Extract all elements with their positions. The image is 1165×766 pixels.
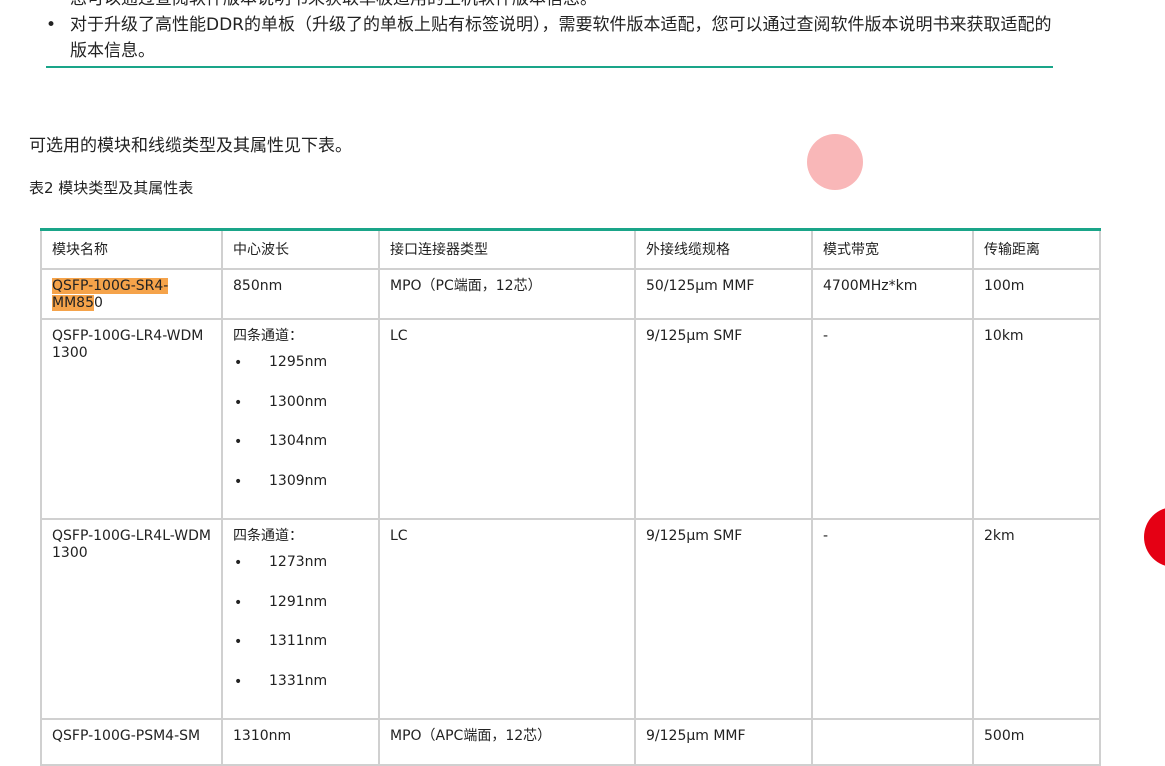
note-item: 对于升级了高性能DDR的单板（升级了的单板上贴有标签说明），需要软件版本适配，您…: [46, 12, 1053, 64]
module-spec-table: 模块名称 中心波长 接口连接器类型 外接线缆规格 模式带宽 传输距离 QSFP-…: [40, 228, 1101, 766]
wavelength-title: 四条通道：: [233, 528, 303, 544]
header-distance: 传输距离: [972, 228, 1101, 270]
list-item: 1295nm: [233, 354, 368, 394]
red-dot-decoration: [1144, 507, 1165, 567]
cell-distance: 500m: [972, 718, 1101, 766]
search-highlight: QSFP-100G-SR4-MM85: [52, 278, 169, 311]
cell-wavelength: 四条通道： 1295nm 1300nm 1304nm 1309nm: [221, 318, 380, 520]
cell-module-name: QSFP-100G-PSM4-SM: [40, 718, 223, 766]
cell-module-name: QSFP-100G-LR4L-WDM1300: [40, 518, 223, 720]
cell-bandwidth: 4700MHz*km: [811, 268, 974, 320]
header-connector: 接口连接器类型: [378, 228, 636, 270]
header-wavelength: 中心波长: [221, 228, 380, 270]
list-item: 1309nm: [233, 473, 368, 513]
table-row: QSFP-100G-SR4-MM850 850nm MPO（PC端面，12芯） …: [40, 268, 1101, 320]
cell-cable: 9/125µm MMF: [634, 718, 813, 766]
note-item: 您可以通过查阅软件版本说明书来获取单板适用的主机软件版本信息。: [46, 0, 1053, 12]
cell-bandwidth: [811, 718, 974, 766]
cell-module-name: QSFP-100G-SR4-MM850: [40, 268, 223, 320]
list-item: 1291nm: [233, 594, 368, 634]
wavelength-list: 1273nm 1291nm 1311nm 1331nm: [233, 554, 368, 712]
table-header-row: 模块名称 中心波长 接口连接器类型 外接线缆规格 模式带宽 传输距离: [40, 228, 1101, 270]
cell-distance: 10km: [972, 318, 1101, 520]
cell-connector: LC: [378, 318, 636, 520]
header-cable: 外接线缆规格: [634, 228, 813, 270]
module-name-rest: 0: [93, 295, 103, 311]
cell-connector: MPO（APC端面，12芯）: [378, 718, 636, 766]
table-row: QSFP-100G-PSM4-SM 1310nm MPO（APC端面，12芯） …: [40, 718, 1101, 766]
list-item: 1304nm: [233, 433, 368, 473]
list-item: 1311nm: [233, 633, 368, 673]
cell-wavelength: 850nm: [221, 268, 380, 320]
cell-distance: 100m: [972, 268, 1101, 320]
table-row: QSFP-100G-LR4-WDM1300 四条通道： 1295nm 1300n…: [40, 318, 1101, 520]
cell-distance: 2km: [972, 518, 1101, 720]
intro-text: 可选用的模块和线缆类型及其属性见下表。: [29, 136, 352, 156]
table-row: QSFP-100G-LR4L-WDM1300 四条通道： 1273nm 1291…: [40, 518, 1101, 720]
list-item: 1273nm: [233, 554, 368, 594]
cell-bandwidth: -: [811, 318, 974, 520]
cell-cable: 9/125µm SMF: [634, 318, 813, 520]
cell-wavelength: 四条通道： 1273nm 1291nm 1311nm 1331nm: [221, 518, 380, 720]
cell-connector: LC: [378, 518, 636, 720]
list-item: 1300nm: [233, 394, 368, 434]
table-caption: 表2 模块类型及其属性表: [29, 179, 194, 197]
wavelength-list: 1295nm 1300nm 1304nm 1309nm: [233, 354, 368, 512]
wavelength-title: 四条通道：: [233, 328, 303, 344]
cell-module-name: QSFP-100G-LR4-WDM1300: [40, 318, 223, 520]
cell-connector: MPO（PC端面，12芯）: [378, 268, 636, 320]
cell-bandwidth: -: [811, 518, 974, 720]
pink-dot-decoration: [807, 134, 863, 190]
header-module-name: 模块名称: [40, 228, 223, 270]
list-item: 1331nm: [233, 673, 368, 713]
cell-cable: 50/125µm MMF: [634, 268, 813, 320]
note-list: 您可以通过查阅软件版本说明书来获取单板适用的主机软件版本信息。 对于升级了高性能…: [46, 0, 1053, 68]
header-bandwidth: 模式带宽: [811, 228, 974, 270]
cell-wavelength: 1310nm: [221, 718, 380, 766]
cell-cable: 9/125µm SMF: [634, 518, 813, 720]
